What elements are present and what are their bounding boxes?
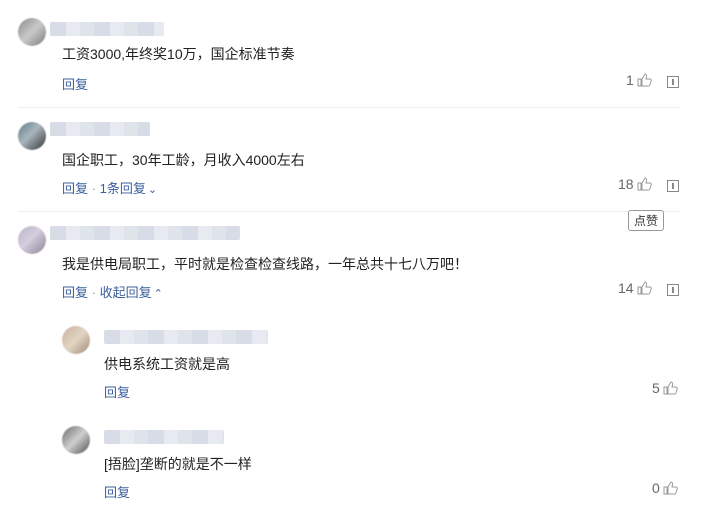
username[interactable] [50,122,150,136]
like-count: 14 [618,280,634,296]
avatar[interactable] [62,326,90,354]
reply-actions: 回复 [104,482,130,501]
like-count: 0 [652,480,660,496]
reply-text: [捂脸]垄断的就是不一样 [104,456,252,472]
thumbs-up-icon [663,481,678,495]
like-button[interactable]: 1 [626,72,652,88]
like-button[interactable]: 18 [618,176,652,192]
like-count: 18 [618,176,634,192]
chevron-down-icon: ⌄ [147,184,158,196]
thumbs-up-icon [637,281,652,295]
reply-button[interactable]: 回复 [62,285,88,300]
reply-text: 供电系统工资就是高 [104,356,230,372]
comment-text: 工资3000,年终奖10万，国企标准节奏 [62,46,295,62]
comment-text: 我是供电局职工，平时就是检查检查线路，一年总共十七八万吧！ [62,256,468,272]
reply-actions: 回复 [104,382,130,401]
avatar[interactable] [18,18,46,46]
collapse-replies-button[interactable]: 收起回复 ⌃ [100,285,163,300]
avatar[interactable] [62,426,90,454]
username[interactable] [50,226,240,240]
report-icon[interactable] [667,76,679,88]
reply-button[interactable]: 回复 [62,181,88,196]
comment-actions: 回复 [62,74,88,93]
like-button[interactable]: 5 [652,380,678,396]
username[interactable] [104,430,224,444]
report-icon[interactable] [667,180,679,192]
thumbs-up-icon [637,73,652,87]
reply-button[interactable]: 回复 [104,485,130,500]
view-replies-button[interactable]: 1条回复 ⌄ [100,181,157,196]
like-button[interactable]: 0 [652,480,678,496]
comment-3: 我是供电局职工，平时就是检查检查线路，一年总共十七八万吧！ 回复 · 收起回复 ⌃… [0,212,713,511]
comment-text: 国企职工，30年工龄，月收入4000左右 [62,152,305,168]
username[interactable] [50,22,164,36]
comment-2: 国企职工，30年工龄，月收入4000左右 回复 · 1条回复 ⌄ 18 [0,108,713,212]
chevron-up-icon: ⌃ [153,288,163,300]
comment-actions: 回复 · 1条回复 ⌄ [62,181,158,196]
thumbs-up-icon [637,177,652,191]
thumbs-up-icon [663,381,678,395]
like-button[interactable]: 14 [618,280,652,296]
report-icon[interactable] [667,284,679,296]
comment-1: 工资3000,年终奖10万，国企标准节奏 回复 1 [0,0,713,108]
avatar[interactable] [18,226,46,254]
username[interactable] [104,330,268,344]
avatar[interactable] [18,122,46,150]
like-count: 5 [652,380,660,396]
comment-actions: 回复 · 收起回复 ⌃ [62,285,163,300]
reply-button[interactable]: 回复 [62,77,88,92]
like-count: 1 [626,72,634,88]
reply-button[interactable]: 回复 [104,385,130,400]
